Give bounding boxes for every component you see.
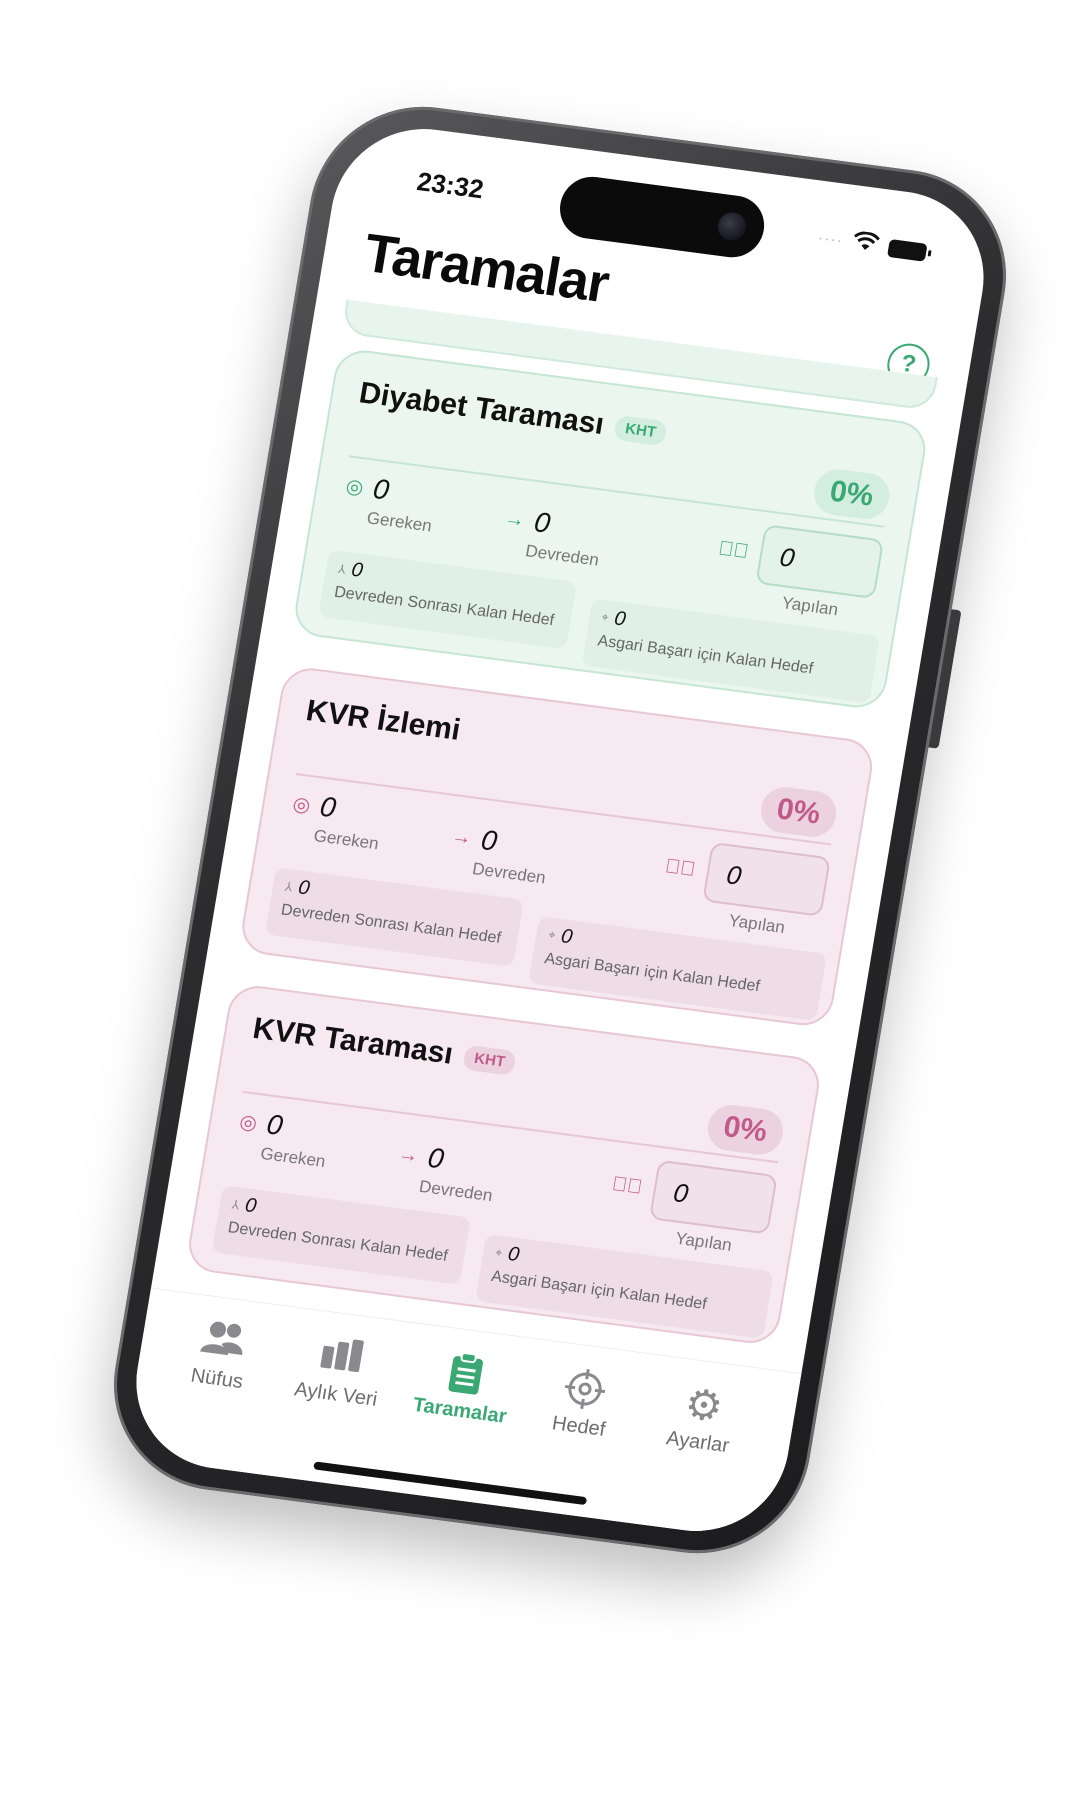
card-title: KVR İzlemi [303,694,463,747]
metric-gereken: ◎ 0 Gereken [233,1105,333,1172]
completion-percent: 0% [757,784,840,840]
gereken-value: 0 [264,1108,286,1142]
kalan-hedef-box: ⅄ 0 Devreden Sonrası Kalan Hedef [264,867,524,968]
devreden-value: 0 [478,824,500,857]
gereken-label: Gereken [259,1143,327,1172]
completion-percent: 0% [704,1102,787,1158]
wifi-icon [850,229,880,260]
arrow-right-icon: → [503,506,527,532]
person-icon: ⅄ [283,879,294,894]
devreden-label: Devreden [417,1176,494,1206]
completion-percent: 0% [810,466,893,522]
kalan-hedef-box: ⅄ 0 Devreden Sonrası Kalan Hedef [318,549,578,650]
dynamic-island [555,173,769,262]
tab-hedef[interactable]: Hedef [517,1360,648,1446]
metric-gereken: ◎ 0 Gereken [286,787,386,854]
kht-badge: KHT [462,1044,518,1076]
stage: 23:32 ···· Taramalar ? Diyabet Taraması [0,0,1080,1801]
crosshair-icon: ⌖ [547,927,557,943]
camera-icon [715,210,749,242]
status-icons: ···· [815,225,928,267]
target-rings-icon: ◎ [237,1110,259,1135]
metric-yapilan: ✓⃝ 0 Yapılan [656,836,831,942]
yapilan-input[interactable]: 0 [702,841,831,917]
devreden-label: Devreden [470,859,548,888]
card-title: KVR Taraması [250,1011,456,1071]
metric-devreden: → 0 Devreden [445,820,553,888]
card-title-row: KVR İzlemi [304,694,463,748]
tab-nufus[interactable]: Nüfus [155,1313,286,1399]
signal-icon: ···· [816,229,845,250]
card-title-row: KVR Taraması KHT [250,1011,518,1080]
target-rings-icon: ◎ [291,792,313,817]
phone-screen: 23:32 ···· Taramalar ? Diyabet Taraması [122,118,998,1542]
devreden-value: 0 [532,506,553,539]
card-title: Diyabet Taraması [356,376,607,442]
yapilan-label: Yapılan [727,910,787,938]
kht-badge: KHT [613,414,669,446]
yapilan-label: Yapılan [674,1228,734,1255]
yapilan-label: Yapılan [780,593,840,620]
kalan-hedef-value: 0 [296,876,312,900]
screening-card-0: Diyabet Taraması KHT 0% ◎ 0 Gereken → 0 De… [290,347,930,711]
tab-taramalar[interactable]: Taramalar [398,1345,529,1431]
kalan-hedef-value: 0 [349,558,365,582]
check-circle-icon: ✓⃝ [663,854,698,881]
check-circle-icon: ✓⃝ [716,536,751,563]
person-icon: ⅄ [337,561,347,577]
metric-devreden: → 0 Devreden [498,502,606,570]
asgari-hedef-value: 0 [506,1242,521,1267]
battery-icon [886,239,928,262]
arrow-right-icon: → [396,1142,421,1167]
asgari-hedef-value: 0 [612,607,628,631]
screening-card-1: KVR İzlemi 0% ◎ 0 Gereken → 0 Devreden ✓⃝ … [237,664,877,1029]
gereken-value: 0 [317,790,339,824]
metric-devreden: → 0 Devreden [392,1138,500,1206]
screening-card-2: KVR Taraması KHT 0% ◎ 0 Gereken → 0 Devred… [184,982,824,1347]
devreden-label: Devreden [524,541,601,570]
status-time: 23:32 [414,166,486,205]
phone-device: 23:32 ···· Taramalar ? Diyabet Taraması [97,93,1023,1567]
person-icon: ⅄ [230,1196,241,1212]
asgari-hedef-value: 0 [559,925,575,949]
kalan-hedef-value: 0 [243,1194,259,1218]
metric-gereken: ◎ 0 Gereken [340,469,440,536]
metric-yapilan: ✓⃝ 0 Yapılan [709,519,885,625]
crosshair-icon: ⌖ [600,609,610,625]
arrow-right-icon: → [449,824,474,849]
gereken-label: Gereken [365,508,434,536]
card-title-row: Diyabet Taraması KHT [357,376,669,450]
tab-aylik-veri[interactable]: Aylık Veri [274,1329,405,1415]
kalan-hedef-box: ⅄ 0 Devreden Sonrası Kalan Hedef [211,1185,471,1285]
gereken-value: 0 [370,472,392,506]
check-circle-icon: ✓⃝ [610,1172,644,1199]
metric-yapilan: ✓⃝ 0 Yapılan [603,1154,778,1260]
devreden-value: 0 [425,1141,447,1175]
gereken-label: Gereken [312,826,381,854]
tab-ayarlar[interactable]: ⚙ Ayarlar [636,1376,767,1462]
crosshair-icon: ⌖ [494,1245,504,1260]
yapilan-input[interactable]: 0 [648,1159,778,1235]
target-rings-icon: ◎ [344,474,366,499]
yapilan-input[interactable]: 0 [755,524,885,600]
